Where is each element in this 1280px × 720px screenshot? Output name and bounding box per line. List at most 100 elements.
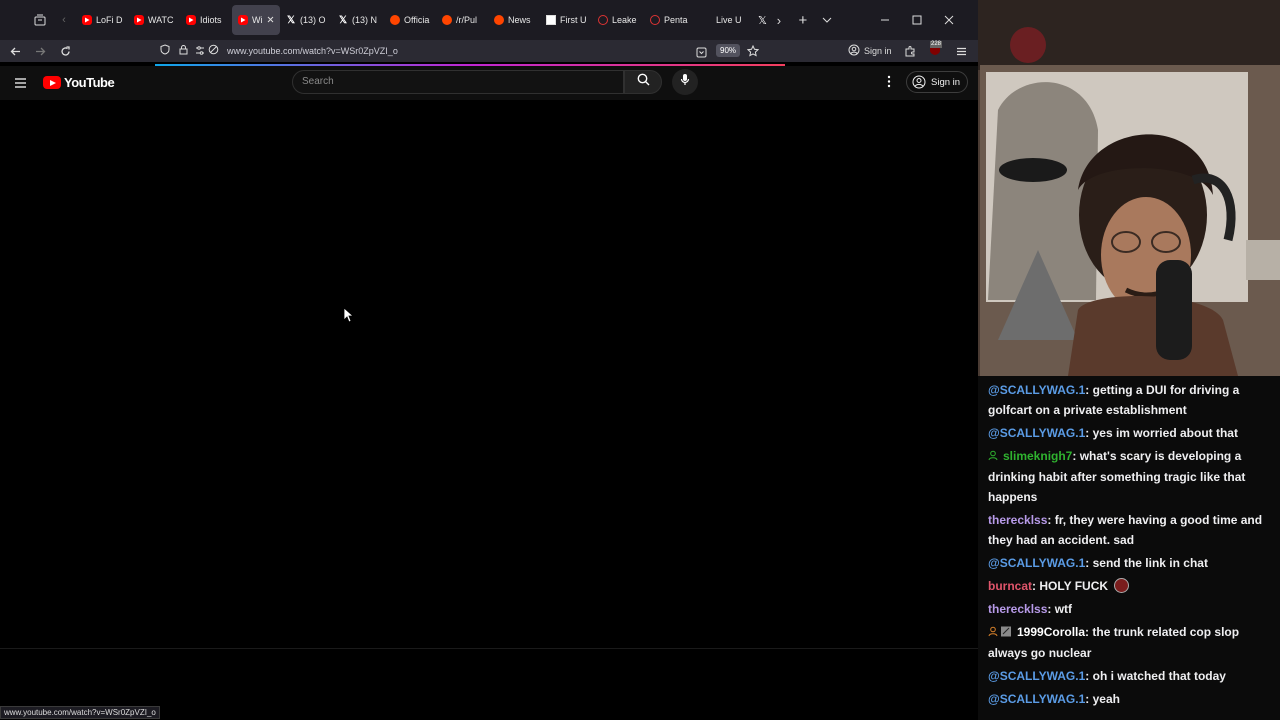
follower-badge-icon (988, 447, 998, 467)
youtube-signin-button[interactable]: Sign in (906, 71, 969, 93)
chat-username[interactable]: burncat (988, 579, 1032, 593)
close-tab-icon[interactable] (267, 15, 274, 25)
browser-tab[interactable]: LoFi D (76, 5, 128, 35)
browser-tab[interactable]: Penta (644, 5, 696, 35)
browser-tab[interactable]: Leake (592, 5, 644, 35)
chat-username[interactable]: @SCALLYWAG.1 (988, 556, 1085, 570)
back-icon[interactable] (3, 39, 27, 63)
search-button[interactable] (624, 70, 662, 94)
x-favicon[interactable]: 𝕏 (758, 14, 767, 27)
youtube-logo[interactable]: YouTube (43, 75, 115, 90)
permissions-icon[interactable] (195, 42, 205, 60)
chat-message: @SCALLYWAG.1: yes im worried about that (988, 423, 1274, 443)
navigation-toolbar: www.youtube.com/watch?v=WSr0ZpVZI_o 90% … (0, 40, 978, 62)
browser-tab[interactable]: 𝕏 (13) N (332, 5, 384, 35)
chat-message: 1999Corolla: the trunk related cop slop … (988, 622, 1274, 663)
zoom-level-badge[interactable]: 90% (716, 44, 741, 57)
address-bar[interactable]: www.youtube.com/watch?v=WSr0ZpVZI_o (155, 41, 765, 61)
tab-title: Idiots (200, 15, 222, 25)
browser-tab[interactable]: 𝕏 (13) O (280, 5, 332, 35)
search-input[interactable]: Search (292, 70, 624, 94)
tab-bar: ‹ LoFi D WATC Idiots Wi 𝕏 (13) O 𝕏 (13) N Offici… (0, 0, 978, 40)
maximize-icon[interactable] (905, 8, 929, 32)
app-menu-icon[interactable] (956, 44, 967, 62)
extensions-icon[interactable] (904, 44, 916, 62)
chat-message: @SCALLYWAG.1: yeah (988, 689, 1274, 709)
save-to-pocket-icon[interactable] (696, 45, 707, 63)
forward-icon[interactable] (28, 39, 52, 63)
tab-title: Officia (404, 15, 430, 25)
search-icon (637, 73, 650, 91)
list-tabs-icon[interactable] (815, 8, 839, 32)
browser-window: ‹ LoFi D WATC Idiots Wi 𝕏 (13) O 𝕏 (13) N Offici… (0, 0, 978, 720)
chat-username[interactable]: @SCALLYWAG.1 (988, 426, 1085, 440)
tab-title: Wi (252, 15, 263, 25)
chat-message: slimeknigh7: what's scary is developing … (988, 446, 1274, 507)
site-favicon (650, 15, 660, 25)
chat-message-text: : yes im worried about that (1085, 426, 1238, 440)
link-status-bar: www.youtube.com/watch?v=WSr0ZpVZI_o (0, 706, 160, 719)
chat-username[interactable]: therecklss (988, 513, 1047, 527)
autoplay-blocked-icon[interactable] (208, 42, 219, 60)
lock-icon[interactable] (179, 42, 188, 60)
reddit-favicon (390, 15, 400, 25)
chat-message: therecklss: fr, they were having a good … (988, 510, 1274, 550)
ublock-extension-icon[interactable]: 228 (929, 41, 943, 58)
chat-username[interactable]: 1999Corolla (1017, 625, 1085, 639)
youtube-favicon (134, 15, 144, 25)
video-player-area[interactable] (0, 100, 978, 648)
x-favicon: 𝕏 (338, 14, 348, 26)
tab-title: (13) N (352, 15, 378, 25)
guide-menu-icon[interactable] (14, 76, 27, 94)
chat-message-text: : yeah (1085, 692, 1120, 706)
browser-tab[interactable]: First U (540, 5, 592, 35)
account-icon (848, 44, 860, 58)
user-circle-icon (912, 75, 926, 89)
tab-title: First U (560, 15, 587, 25)
tab-title: Leake (612, 15, 637, 25)
chat-message: burncat: HOLY FUCK (988, 576, 1274, 596)
tracking-shield-icon[interactable] (160, 42, 170, 60)
browser-tab[interactable]: News (488, 5, 540, 35)
browser-tab[interactable]: WATC (128, 5, 180, 35)
chat-username[interactable]: @SCALLYWAG.1 (988, 383, 1085, 397)
tab-title: LoFi D (96, 15, 123, 25)
scroll-tabs-left-icon[interactable]: ‹ (52, 8, 76, 32)
browser-tab[interactable]: Idiots (180, 5, 232, 35)
chat-username[interactable]: slimeknigh7 (1003, 449, 1072, 463)
new-tab-icon[interactable]: + (791, 8, 815, 32)
emote-icon (1114, 578, 1130, 593)
chat-username[interactable]: @SCALLYWAG.1 (988, 692, 1085, 706)
tab-strip: LoFi D WATC Idiots Wi 𝕏 (13) O 𝕏 (13) N Officia /… (76, 5, 767, 35)
tab-title: /r/Pul (456, 15, 478, 25)
youtube-favicon (238, 15, 248, 25)
chat-message: therecklss: wtf (988, 599, 1274, 619)
browser-tab[interactable]: Live U (696, 5, 754, 35)
youtube-logo-text: YouTube (64, 75, 115, 90)
chat-message-text: : wtf (1047, 602, 1073, 616)
chat-username[interactable]: @SCALLYWAG.1 (988, 669, 1085, 683)
browser-tab[interactable]: Wi (232, 5, 280, 35)
minimize-icon[interactable] (873, 8, 897, 32)
browser-signin-label: Sign in (864, 46, 892, 56)
tab-overview-icon[interactable] (28, 8, 52, 32)
browser-tab[interactable]: Officia (384, 5, 436, 35)
reload-icon[interactable] (53, 39, 77, 63)
url-text[interactable]: www.youtube.com/watch?v=WSr0ZpVZI_o (227, 46, 398, 56)
bookmark-star-icon[interactable] (746, 44, 760, 62)
browser-account-button[interactable]: Sign in (848, 44, 892, 58)
chat-username[interactable]: therecklss (988, 602, 1047, 616)
tab-title: Live U (716, 15, 742, 25)
youtube-masthead: YouTube Search Sign in (0, 66, 978, 100)
youtube-favicon (186, 15, 196, 25)
browser-tab[interactable]: /r/Pul (436, 5, 488, 35)
more-options-icon[interactable] (886, 75, 892, 93)
close-window-icon[interactable] (937, 8, 961, 32)
reddit-favicon (494, 15, 504, 25)
chat-message-text: : oh i watched that today (1085, 669, 1226, 683)
tab-title: (13) O (300, 15, 326, 25)
scroll-tabs-right-icon[interactable]: › (767, 8, 791, 32)
site-favicon (598, 15, 608, 25)
chat-message: @SCALLYWAG.1: oh i watched that today (988, 666, 1274, 686)
voice-search-button[interactable] (672, 69, 698, 95)
